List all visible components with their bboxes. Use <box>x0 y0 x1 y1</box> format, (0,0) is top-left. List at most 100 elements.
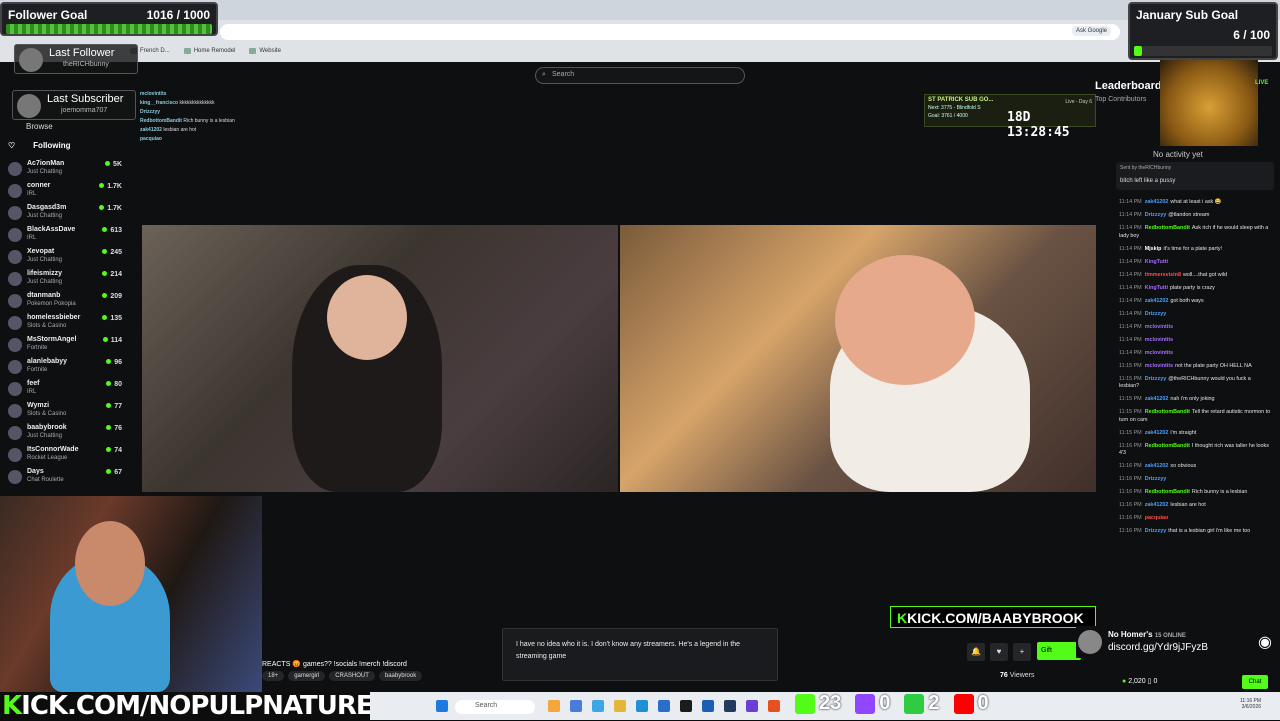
sidebar-channel[interactable]: baabybrook Just Chatting 76 <box>8 424 122 446</box>
windows-start-icon[interactable] <box>436 700 448 712</box>
file-explorer-icon[interactable] <box>614 700 626 712</box>
guest-face <box>835 255 975 385</box>
chat-message[interactable]: 11:16 PM RedbottomBandit Rich bunny is a l… <box>1119 489 1271 497</box>
avatar <box>8 404 22 418</box>
video-left[interactable] <box>142 225 618 492</box>
app-icon[interactable] <box>746 700 758 712</box>
sidebar-channel[interactable]: homelessbieber Slots & Casino 135 <box>8 314 122 336</box>
chat-message[interactable]: 11:14 PM Mjskip it's time for a plate part… <box>1119 246 1271 254</box>
overlay-chat-line: Drizzzyy <box>140 109 161 115</box>
follower-goal-bar <box>6 24 212 34</box>
url-bar[interactable] <box>220 24 1120 40</box>
sub-goal-bar <box>1134 46 1272 56</box>
chat-message[interactable]: 11:15 PM RedbottomBandit Tell the retard a… <box>1119 409 1271 424</box>
sidebar-channel[interactable]: Xevopat Just Chatting 245 <box>8 248 122 270</box>
app-icon[interactable] <box>658 700 670 712</box>
chat-message[interactable]: 11:14 PM Drizzzyy @tlandon stream <box>1119 212 1271 220</box>
sidebar-following-header[interactable]: ♡ Following <box>8 141 71 150</box>
app-icon[interactable] <box>702 700 714 712</box>
chat-message[interactable]: 11:14 PM timmersvisin8 woll....that got wi… <box>1119 272 1271 280</box>
avatar <box>8 316 22 330</box>
search-input[interactable]: ⌕ Search <box>535 67 745 84</box>
sidebar-channel[interactable]: ItsConnorWade Rocket League 74 <box>8 446 122 468</box>
stream-title: REACTS 😡 games?? !socials !merch !discor… <box>262 661 407 668</box>
gift-button[interactable]: Gift <box>1037 642 1081 660</box>
chat-message[interactable]: 11:15 PM zak41202 i'm straight <box>1119 430 1271 438</box>
chat-send-button[interactable]: Chat <box>1242 675 1268 689</box>
tag[interactable]: CRASHOUT <box>329 671 375 681</box>
add-button[interactable]: + <box>1013 643 1031 661</box>
brave-icon[interactable] <box>768 700 780 712</box>
platform-counter: 0 <box>855 692 890 715</box>
chat-message[interactable]: 11:16 PM RedbottomBandit I thought rich wa… <box>1119 443 1271 458</box>
chat-message[interactable]: 11:14 PM RedbottomBandit Ask rich if he wo… <box>1119 225 1271 240</box>
sidebar-channel[interactable]: Ac7ionMan Just Chatting 5K <box>8 160 122 182</box>
chat-message[interactable]: 11:14 PM zak41202 what at least i ask 😂 <box>1119 199 1271 207</box>
app-icon[interactable] <box>592 700 604 712</box>
bell-icon[interactable]: 🔔 <box>967 643 985 661</box>
overlay-chat: mclovintits king__francisco kkkkkkkkkkkk… <box>140 90 235 144</box>
video-right[interactable] <box>620 225 1096 492</box>
chat-message[interactable]: 11:14 PM KingTutti plate party is crazy <box>1119 285 1271 293</box>
leaderboard-title: Leaderboard <box>1095 80 1162 92</box>
nopulp-banner: KICK.COM/NOPULPNATURE <box>0 691 374 721</box>
avatar <box>8 162 22 176</box>
heart-button[interactable]: ♥ <box>990 643 1008 661</box>
bookmark-item[interactable]: Website <box>249 48 281 54</box>
sidebar-channel[interactable]: dtanmanb Pokemon Pokopia 209 <box>8 292 122 314</box>
stream-tags: 18+ gamergirl CRASHOUT baabybrook <box>262 671 423 681</box>
sidebar-channel[interactable]: lifeismizzy Just Chatting 214 <box>8 270 122 292</box>
tag[interactable]: baabybrook <box>378 671 423 681</box>
reaction-overlay-image <box>1160 60 1258 146</box>
chat-message[interactable]: 11:15 PM mclovintits not the plate party O… <box>1119 363 1271 371</box>
chat-message[interactable]: 11:14 PM mclovintits <box>1119 324 1271 332</box>
app-icon[interactable] <box>570 700 582 712</box>
chat-message[interactable]: 11:14 PM mclovintits <box>1119 337 1271 345</box>
ask-google-button[interactable]: Ask Google <box>1072 26 1112 36</box>
chat-message[interactable]: 11:16 PM zak41202 so obvious <box>1119 463 1271 471</box>
sidebar-channel[interactable]: MsStormAngel Fortnite 114 <box>8 336 122 358</box>
app-icon[interactable] <box>548 700 560 712</box>
platform-counters: 23 0 2 0 <box>795 692 989 715</box>
pinned-message[interactable]: Sent by theRICHbunny bitch left like a p… <box>1116 162 1274 190</box>
sidebar-channel[interactable]: conner IRL 1.7K <box>8 182 122 204</box>
avatar <box>8 360 22 374</box>
chat-message[interactable]: 11:14 PM Drizzzyy <box>1119 311 1271 319</box>
app-icon[interactable] <box>680 700 692 712</box>
tag[interactable]: 18+ <box>262 671 285 681</box>
chat-message[interactable]: 11:14 PM mclovintits <box>1119 350 1271 358</box>
kicks-balance: ● 2,020 ▯ 0 <box>1122 678 1158 685</box>
platform-counter: 23 <box>795 692 841 715</box>
chat-message[interactable]: 11:16 PM pacquiao <box>1119 515 1271 523</box>
avatar <box>8 250 22 264</box>
chat-message[interactable]: 11:16 PM Drizzzyy <box>1119 476 1271 484</box>
overlay-chat-line: king__francisco kkkkkkkkkkkkkk <box>140 100 215 106</box>
tag[interactable]: gamergirl <box>288 671 326 681</box>
sidebar-channel[interactable]: BlackAssDave IRL 613 <box>8 226 122 248</box>
edge-icon[interactable] <box>636 700 648 712</box>
sidebar-channel[interactable]: feef IRL 80 <box>8 380 122 402</box>
chat-message[interactable]: 11:16 PM zak41202 lesbian are hot <box>1119 502 1271 510</box>
webcam-overlay <box>0 496 262 692</box>
sub-goal: January Sub Goal 6 / 100 <box>1128 2 1278 60</box>
system-clock[interactable]: 11:16 PM 3/6/2026 <box>1240 698 1261 710</box>
chat-message[interactable]: 11:15 PM Drizzzyy @theRICHbunny would you … <box>1119 376 1271 391</box>
steam-icon[interactable] <box>724 700 736 712</box>
search-icon: ⌕ <box>542 71 546 78</box>
chat-message[interactable]: 11:16 PM Drizzzyy that is a lesbian girl i… <box>1119 528 1271 536</box>
chat-message[interactable]: 11:14 PM KingTutti <box>1119 259 1271 267</box>
kick-icon <box>795 693 815 714</box>
taskbar-search[interactable]: Search <box>455 700 535 714</box>
sidebar-browse[interactable]: Browse <box>26 122 53 131</box>
sidebar-channel[interactable]: Dasgasd3m Just Chatting 1.7K <box>8 204 122 226</box>
folder-icon <box>249 48 257 54</box>
avatar <box>8 448 22 462</box>
chat-message[interactable]: 11:15 PM zak41202 nah i'm only joking <box>1119 396 1271 404</box>
sidebar-channel[interactable]: Wymzi Slots & Casino 77 <box>8 402 122 424</box>
sidebar-channel[interactable]: alanlebabyy Fortnite 96 <box>8 358 122 380</box>
sidebar-channel[interactable]: Days Chat Roulette 67 <box>8 468 122 490</box>
avatar <box>19 48 43 72</box>
chat-message[interactable]: 11:14 PM zak41202 got both ways <box>1119 298 1271 306</box>
bookmark-item[interactable]: Home Remodel <box>183 48 235 54</box>
kick-url-banner: KKICK.COM/BAABYBROOK <box>890 606 1096 628</box>
